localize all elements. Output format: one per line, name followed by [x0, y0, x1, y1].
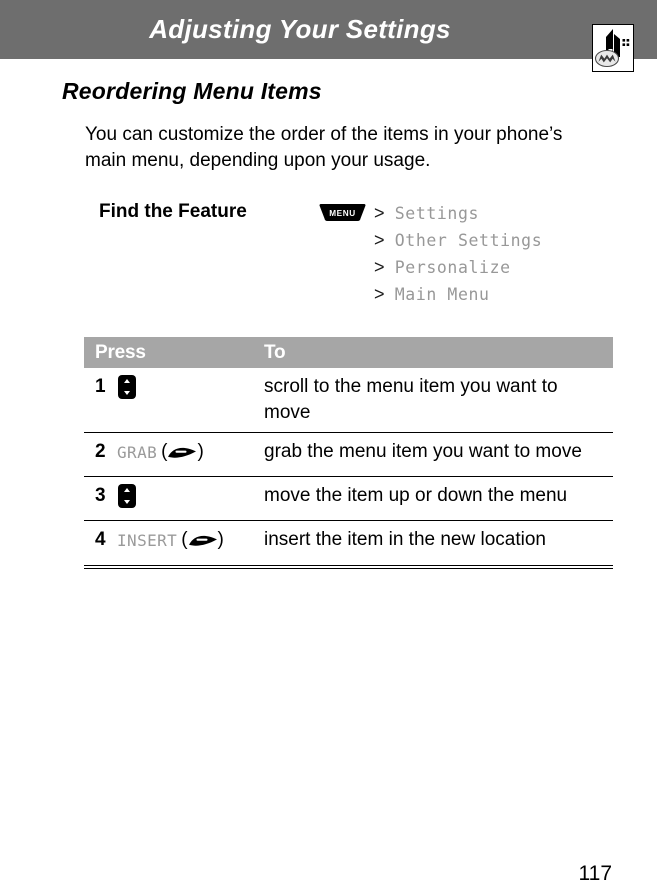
page-title: Adjusting Your Settings	[149, 14, 451, 44]
steps-table: Press To 1 scroll to the menu item you w…	[84, 337, 613, 565]
menu-path-item: > Personalize	[374, 254, 614, 281]
page-number: 117	[578, 862, 612, 885]
column-header-press: Press	[95, 341, 146, 363]
table-header-row: Press To	[84, 337, 613, 368]
cell-press: 1	[84, 374, 264, 426]
menu-key-text: MENU	[329, 209, 356, 218]
motorola-tower-icon	[592, 24, 634, 72]
soft-key-icon[interactable]	[188, 532, 218, 548]
menu-path-item: > Main Menu	[374, 281, 614, 308]
menu-soft-key-icon[interactable]: MENU	[318, 203, 367, 222]
nav-up-down-key-icon[interactable]	[117, 483, 137, 509]
press-body	[117, 483, 137, 509]
table-row: 1 scroll to the menu item you want to mo…	[84, 368, 613, 433]
press-body: INSERT ( )	[117, 527, 224, 553]
find-the-feature-menu-path: > Settings > Other Settings > Personaliz…	[374, 200, 614, 308]
step-number: 4	[95, 529, 106, 550]
cell-press: 3	[84, 483, 264, 514]
cell-press: 4 INSERT ( )	[84, 527, 264, 559]
menu-path-item: > Other Settings	[374, 227, 614, 254]
press-body: GRAB ( )	[117, 439, 204, 465]
menu-path-item: > Settings	[374, 200, 614, 227]
chevron-right-icon: >	[374, 257, 385, 277]
menu-path-label: Main Menu	[394, 285, 490, 304]
soft-key-label: INSERT	[117, 530, 178, 550]
step-number: 2	[95, 441, 106, 462]
nav-up-down-key-icon[interactable]	[117, 374, 137, 400]
table-row: 2 GRAB ( ) grab the menu item you want t…	[84, 433, 613, 477]
section-intro-paragraph: You can customize the order of the items…	[85, 124, 563, 171]
paren-close: )	[197, 440, 204, 462]
menu-path-label: Personalize	[394, 258, 511, 277]
menu-path-label: Settings	[394, 204, 480, 223]
cell-to: insert the item in the new location	[264, 529, 546, 550]
soft-key-label: GRAB	[117, 442, 158, 462]
column-header-to: To	[264, 341, 286, 363]
find-the-feature-label: Find the Feature	[99, 201, 247, 222]
paren-open: (	[181, 528, 188, 550]
soft-key-icon[interactable]	[167, 444, 197, 460]
menu-path-label: Other Settings	[394, 231, 543, 250]
chevron-right-icon: >	[374, 284, 385, 304]
step-number: 1	[95, 376, 106, 397]
table-bottom-rule	[84, 565, 613, 569]
table-row: 3 move the item up or down the menu	[84, 477, 613, 521]
paren-open: (	[161, 440, 168, 462]
cell-press: 2 GRAB ( )	[84, 439, 264, 470]
section-heading: Reordering Menu Items	[62, 78, 322, 104]
table-row: 4 INSERT ( ) insert the item in the new …	[84, 521, 613, 565]
cell-to: move the item up or down the menu	[264, 485, 568, 506]
cell-to: scroll to the menu item you want to move	[264, 376, 558, 423]
step-number: 3	[95, 485, 106, 506]
chevron-right-icon: >	[374, 230, 385, 250]
paren-close: )	[217, 528, 224, 550]
chevron-right-icon: >	[374, 203, 385, 223]
press-body	[117, 374, 137, 400]
cell-to: grab the menu item you want to move	[264, 441, 582, 462]
